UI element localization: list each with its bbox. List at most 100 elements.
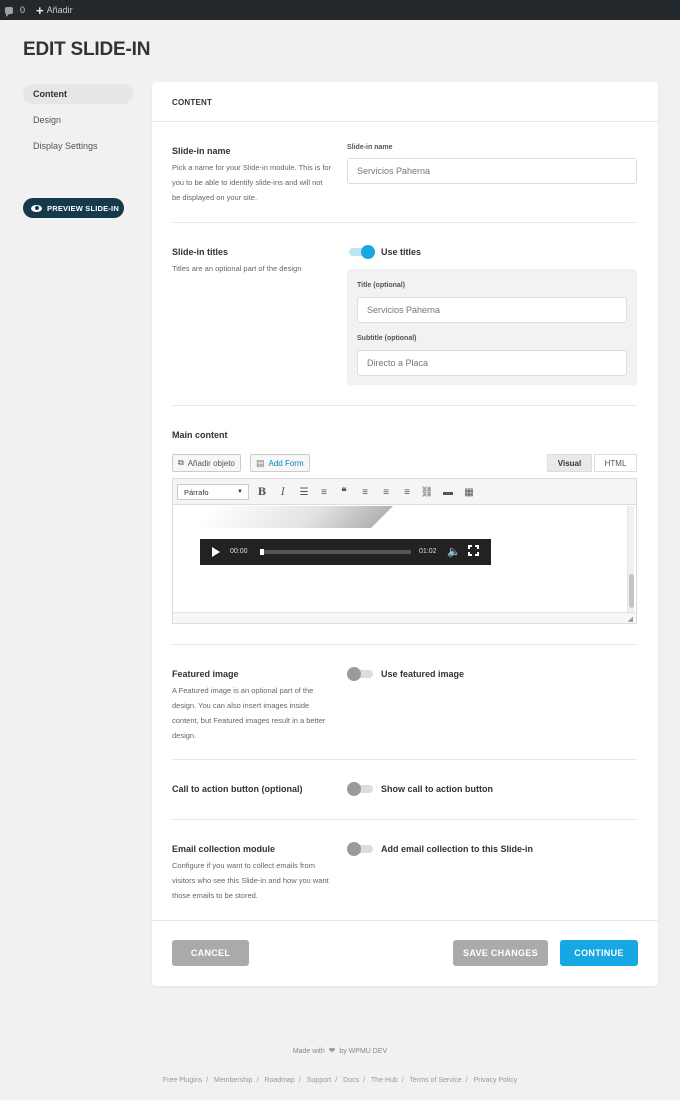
chevron-down-icon: ▼ [237,489,243,495]
page-title: EDIT SLIDE-IN [23,39,151,60]
fullscreen-icon[interactable] [467,544,480,557]
add-object-label: Añadir objeto [187,458,235,468]
format-select[interactable]: Párrafo ▼ [177,484,249,500]
use-titles-label: Use titles [381,247,422,257]
cancel-button[interactable]: CANCEL [172,940,249,966]
editor-statusbar: ◢ [173,612,636,623]
numbered-list-icon[interactable]: ≡ [316,484,332,500]
slide-in-titles-description: Titles are an optional part of the desig… [172,264,302,273]
sidebar-item-label: Content [33,89,67,99]
comments-count: 0 [20,5,26,15]
italic-icon[interactable]: I [275,484,291,500]
featured-image-title: Featured image [172,669,239,679]
audio-player[interactable]: 00:00 01:02 🔈 [200,539,491,565]
slide-in-name-title: Slide-in name [172,146,231,156]
preview-label: PREVIEW SLIDE-IN [47,203,119,213]
divider [172,222,637,223]
form-icon: ▤ [256,457,265,468]
link-icon[interactable]: ⛓ [419,484,435,500]
footer-link-free-plugins[interactable]: Free Plugins [163,1077,202,1084]
use-titles-toggle[interactable] [347,245,375,259]
slide-in-name-label: Slide-in name [347,144,393,151]
content-panel: CONTENT Slide-in name Pick a name for yo… [152,82,658,986]
content-editor[interactable]: Párrafo ▼ B I ☰ ≡ ❝ ≡ ≡ ≡ ⛓ ▬ ▦ 00:00 01… [172,478,637,624]
resize-handle-icon[interactable]: ◢ [628,615,633,623]
comment-bubble-icon [5,6,13,17]
footer-link-support[interactable]: Support [307,1077,332,1084]
player-current-time: 00:00 [230,548,248,555]
made-with-suffix: by WPMU DEV [339,1048,388,1055]
footer-link-membership[interactable]: Membership [214,1077,253,1084]
cta-title: Call to action button (optional) [172,784,303,794]
divider [172,644,637,645]
play-icon[interactable] [212,547,220,557]
use-featured-image-label: Use featured image [381,669,465,679]
use-featured-image-toggle[interactable] [347,667,375,681]
plus-icon: + [36,2,44,18]
preview-slide-in-button[interactable]: PREVIEW SLIDE-IN [23,198,124,218]
sidebar-item-label: Design [33,115,62,125]
tab-html[interactable]: HTML [594,454,637,472]
admin-bar: 0 + Añadir [0,0,680,20]
add-object-button[interactable]: ⧉ Añadir objeto [172,454,241,472]
align-center-icon[interactable]: ≡ [378,484,394,500]
sidebar-item-display-settings[interactable]: Display Settings [23,136,133,156]
featured-image-description: A Featured image is an optional part of … [172,686,326,740]
subtitle-input[interactable]: Directo a Placa [357,350,627,376]
add-form-button[interactable]: ▤ Add Form [250,454,310,472]
media-icon: ⧉ [178,458,184,467]
sidebar-item-design[interactable]: Design [23,110,133,130]
subtitle-field-label: Subtitle (optional) [357,335,417,342]
slide-in-name-description: Pick a name for your Slide-in module. Th… [172,163,332,202]
footer-link-terms[interactable]: Terms of Service [410,1077,462,1084]
main-content-title: Main content [172,430,228,440]
player-duration: 01:02 [419,548,437,555]
image-fragment [191,506,395,528]
toolbar-toggle-icon[interactable]: ▦ [461,484,477,500]
email-collection-toggle[interactable] [347,842,375,856]
made-with-credit: Made with ❤ by WPMU DEV [0,1046,680,1055]
footer-link-roadmap[interactable]: Roadmap [264,1077,294,1084]
titles-fields-box: Title (optional) Servicios Paherna Subti… [347,269,637,385]
editor-scrollbar[interactable] [627,506,634,612]
email-collection-description: Configure if you want to collect emails … [172,861,329,900]
panel-header: CONTENT [172,98,213,107]
add-form-label: Add Form [268,458,304,468]
add-new-link[interactable]: + Añadir [36,0,73,20]
divider [152,920,658,921]
player-progress-bar[interactable] [260,549,411,555]
tab-visual[interactable]: Visual [547,454,592,472]
footer-link-docs[interactable]: Docs [343,1077,359,1084]
bullet-list-icon[interactable]: ☰ [296,484,312,500]
editor-content[interactable]: 00:00 01:02 🔈 [173,506,636,612]
save-changes-button[interactable]: SAVE CHANGES [453,940,548,966]
divider [152,121,658,122]
sidebar-item-label: Display Settings [33,141,98,151]
eye-icon [31,204,42,212]
editor-toolbar: Párrafo ▼ B I ☰ ≡ ❝ ≡ ≡ ≡ ⛓ ▬ ▦ [173,479,636,505]
slide-in-titles-title: Slide-in titles [172,247,229,257]
volume-icon[interactable]: 🔈 [447,545,461,558]
bold-icon[interactable]: B [254,484,270,500]
read-more-icon[interactable]: ▬ [440,484,456,500]
title-field-label: Title (optional) [357,282,406,289]
add-new-label: Añadir [46,5,73,15]
align-left-icon[interactable]: ≡ [357,484,373,500]
email-collection-title: Email collection module [172,844,276,854]
align-right-icon[interactable]: ≡ [399,484,415,500]
heart-icon: ❤ [328,1046,336,1055]
comments-link[interactable]: 0 [5,0,25,20]
continue-button[interactable]: CONTINUE [560,940,638,966]
show-cta-label: Show call to action button [381,784,493,794]
footer-link-the-hub[interactable]: The Hub [371,1077,398,1084]
divider [172,759,637,760]
title-input[interactable]: Servicios Paherna [357,297,627,323]
format-select-value: Párrafo [184,487,209,497]
blockquote-icon[interactable]: ❝ [336,484,352,500]
show-cta-toggle[interactable] [347,782,375,796]
slide-in-name-input[interactable]: Servicios Paherna [347,158,637,184]
footer-links: Free Plugins / Membership / Roadmap / Suppo… [162,1077,518,1084]
sidebar-item-content[interactable]: Content [23,84,133,104]
footer-link-privacy[interactable]: Privacy Policy [474,1077,518,1084]
divider [172,819,637,820]
